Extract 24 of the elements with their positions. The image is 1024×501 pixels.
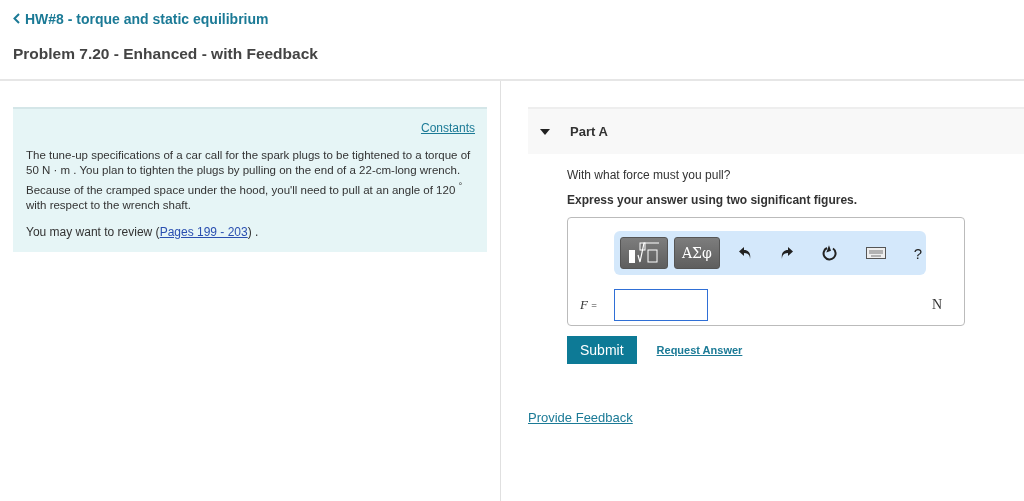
radical-icon xyxy=(628,241,660,265)
request-answer-link[interactable]: Request Answer xyxy=(656,344,743,356)
feedback-link[interactable]: Provide Feedback xyxy=(528,410,633,425)
problem-text: The tune-up specifications of a car call for the spark plugs to be tightened to a torque of 50 N · m . You plan to tighten the plugs by pulling on the end of a 22-cm-long wrench. Because of the cramped space under the hood, you'll need to pull at an angle of 120 $^{°}$ with respect to the wrench shaft. xyxy=(26,148,472,213)
caret-icon xyxy=(540,128,550,135)
pages-link[interactable]: Pages 199 - 203 xyxy=(159,224,248,240)
review-text: You may want to review ( xyxy=(26,224,160,240)
instruction-text: Express your answer using two significant figures. xyxy=(567,193,859,207)
constants-link[interactable]: Constants xyxy=(420,121,475,136)
question-text: With what force must you pull? xyxy=(567,168,732,182)
symbols-button[interactable]: ΑΣφ xyxy=(674,237,720,269)
unit-label: N xyxy=(931,297,942,313)
chevron-left-icon xyxy=(13,13,20,24)
help-button[interactable]: ? xyxy=(913,244,923,262)
template-button[interactable] xyxy=(620,237,668,269)
part-header[interactable]: Part A xyxy=(528,107,1024,154)
submit-button[interactable]: Submit xyxy=(567,336,637,364)
review-text-end: ) . xyxy=(247,224,259,240)
back-link[interactable]: HW#8 - torque and static equilibrium xyxy=(13,10,269,27)
answer-field[interactable] xyxy=(614,289,708,321)
variable-label: F = xyxy=(580,297,598,313)
keyboard-button[interactable] xyxy=(865,247,886,259)
problem-title: Problem 7.20 - Enhanced - with Feedback xyxy=(13,45,319,63)
reset-button[interactable] xyxy=(821,245,838,261)
